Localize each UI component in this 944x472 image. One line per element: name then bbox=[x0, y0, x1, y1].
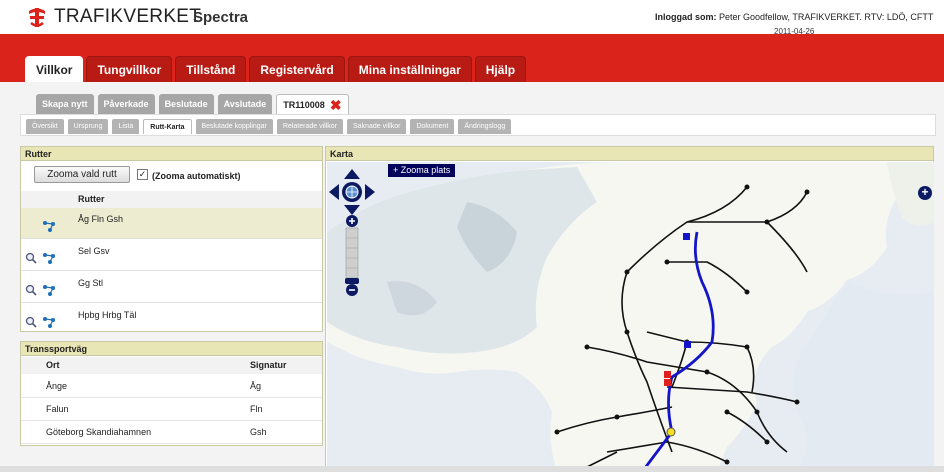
subtab-paverkade[interactable]: Påverkade bbox=[97, 94, 155, 114]
route-map[interactable] bbox=[327, 162, 934, 472]
zoom-place-button[interactable]: + Zooma plats bbox=[388, 164, 456, 177]
detail-tab-lista[interactable]: Lista bbox=[112, 119, 140, 134]
route-name: Hpbg Hrbg Täl bbox=[78, 310, 137, 320]
zoom-selected-route-button[interactable]: Zooma vald rutt bbox=[34, 166, 130, 183]
tab-mina-installningar[interactable]: Mina inställningar bbox=[347, 56, 472, 82]
route-network-icon[interactable] bbox=[42, 252, 56, 264]
detail-tabs: Översikt Ursprung Lista Rutt-Karta Beslu… bbox=[26, 119, 512, 134]
column-header-ort: Ort bbox=[46, 360, 60, 370]
cell-signatur: Fln bbox=[250, 404, 263, 414]
subtab-tr110008[interactable]: TR110008 ✖ bbox=[276, 94, 349, 114]
cell-signatur: Åg bbox=[250, 381, 262, 391]
expand-plus-icon[interactable]: + bbox=[918, 186, 932, 200]
tab-hjalp[interactable]: Hjälp bbox=[474, 56, 527, 82]
magnifier-icon[interactable] bbox=[25, 316, 37, 328]
cell-ort: Ånge bbox=[46, 381, 68, 391]
login-user: Peter Goodfellow, TRAFIKVERKET. RTV: LDÖ… bbox=[719, 12, 934, 22]
route-network-icon[interactable] bbox=[42, 220, 56, 232]
cell-ort: Falun bbox=[46, 404, 69, 414]
tab-registervard[interactable]: Registervård bbox=[249, 56, 345, 82]
footer-strip bbox=[0, 466, 944, 472]
cell-signatur: Gsh bbox=[250, 427, 267, 437]
rutter-panel: Rutter Zooma vald rutt ✓ (Zooma automati… bbox=[20, 146, 323, 332]
rutter-panel-title: Rutter bbox=[21, 147, 322, 161]
transport-panel-title: Transsportväg bbox=[21, 342, 322, 356]
tab-tillstand[interactable]: Tillstånd bbox=[175, 56, 247, 82]
list-item[interactable]: Hpbg Hrbg Täl bbox=[21, 304, 322, 335]
list-item[interactable]: Sel Gsv bbox=[21, 240, 322, 271]
cell-ort: Göteborg Skandiahamnen bbox=[46, 427, 152, 437]
auto-zoom-label: (Zooma automatiskt) bbox=[152, 171, 241, 181]
top-header: TRAFIKVERKET Spectra Inloggad som: Peter… bbox=[0, 0, 944, 36]
list-item[interactable]: Åg Fln Gsh bbox=[21, 208, 322, 239]
detail-tab-ursprung[interactable]: Ursprung bbox=[67, 119, 109, 134]
route-name: Åg Fln Gsh bbox=[78, 214, 124, 224]
login-info: Inloggad som: Peter Goodfellow, TRAFIKVE… bbox=[655, 12, 933, 22]
map-panel: Karta bbox=[325, 146, 934, 472]
sub-tabs: Skapa nytt Påverkade Beslutade Avslutade… bbox=[36, 94, 349, 114]
close-icon[interactable]: ✖ bbox=[330, 98, 342, 112]
map-panel-title: Karta bbox=[326, 147, 933, 161]
table-row[interactable]: Ånge Åg bbox=[21, 375, 322, 398]
app-name: Spectra bbox=[193, 9, 249, 26]
transport-table-header: Ort Signatur bbox=[21, 357, 322, 374]
detail-tab-oversikt[interactable]: Översikt bbox=[26, 119, 64, 134]
list-item[interactable]: Gg Stl bbox=[21, 272, 322, 303]
subtab-beslutade[interactable]: Beslutade bbox=[158, 94, 214, 114]
magnifier-icon[interactable] bbox=[25, 284, 37, 296]
column-header-signatur: Signatur bbox=[250, 360, 287, 370]
subtab-avslutade[interactable]: Avslutade bbox=[217, 94, 273, 114]
trafikverket-logo-icon bbox=[29, 8, 45, 27]
auto-zoom-checkbox[interactable]: ✓ bbox=[137, 169, 148, 180]
tab-tungvillkor[interactable]: Tungvillkor bbox=[86, 56, 173, 82]
detail-tab-relaterade-villkor[interactable]: Relaterade villkor bbox=[276, 119, 343, 134]
subtab-skapa-nytt[interactable]: Skapa nytt bbox=[36, 94, 94, 114]
detail-tab-rutt-karta[interactable]: Rutt-Karta bbox=[143, 119, 192, 134]
table-row[interactable]: Göteborg Skandiahamnen Gsh bbox=[21, 421, 322, 444]
routes-column-header: Rutter bbox=[21, 191, 322, 208]
route-name: Gg Stl bbox=[78, 278, 104, 288]
detail-tab-andringslogg[interactable]: Ändringslogg bbox=[458, 119, 512, 134]
main-tabs: Villkor Tungvillkor Tillstånd Registervå… bbox=[25, 56, 527, 82]
login-label: Inloggad som: bbox=[655, 12, 717, 22]
transport-panel: Transsportväg Ort Signatur Ånge Åg Falun… bbox=[20, 341, 323, 446]
detail-tab-beslutade-kopplingar[interactable]: Beslutade kopplingar bbox=[195, 119, 273, 134]
magnifier-icon[interactable] bbox=[25, 252, 37, 264]
tab-villkor[interactable]: Villkor bbox=[25, 56, 84, 82]
logo: TRAFIKVERKET bbox=[26, 5, 201, 29]
route-network-icon[interactable] bbox=[42, 284, 56, 296]
brand-name: TRAFIKVERKET bbox=[54, 6, 202, 27]
table-row[interactable]: Falun Fln bbox=[21, 398, 322, 421]
route-network-icon[interactable] bbox=[42, 316, 56, 328]
route-name: Sel Gsv bbox=[78, 246, 110, 256]
detail-tab-dokument[interactable]: Dokument bbox=[410, 119, 455, 134]
detail-tab-saknade-villkor[interactable]: Saknade villkor bbox=[346, 119, 407, 134]
subtab-tr110008-label: TR110008 bbox=[283, 99, 325, 110]
